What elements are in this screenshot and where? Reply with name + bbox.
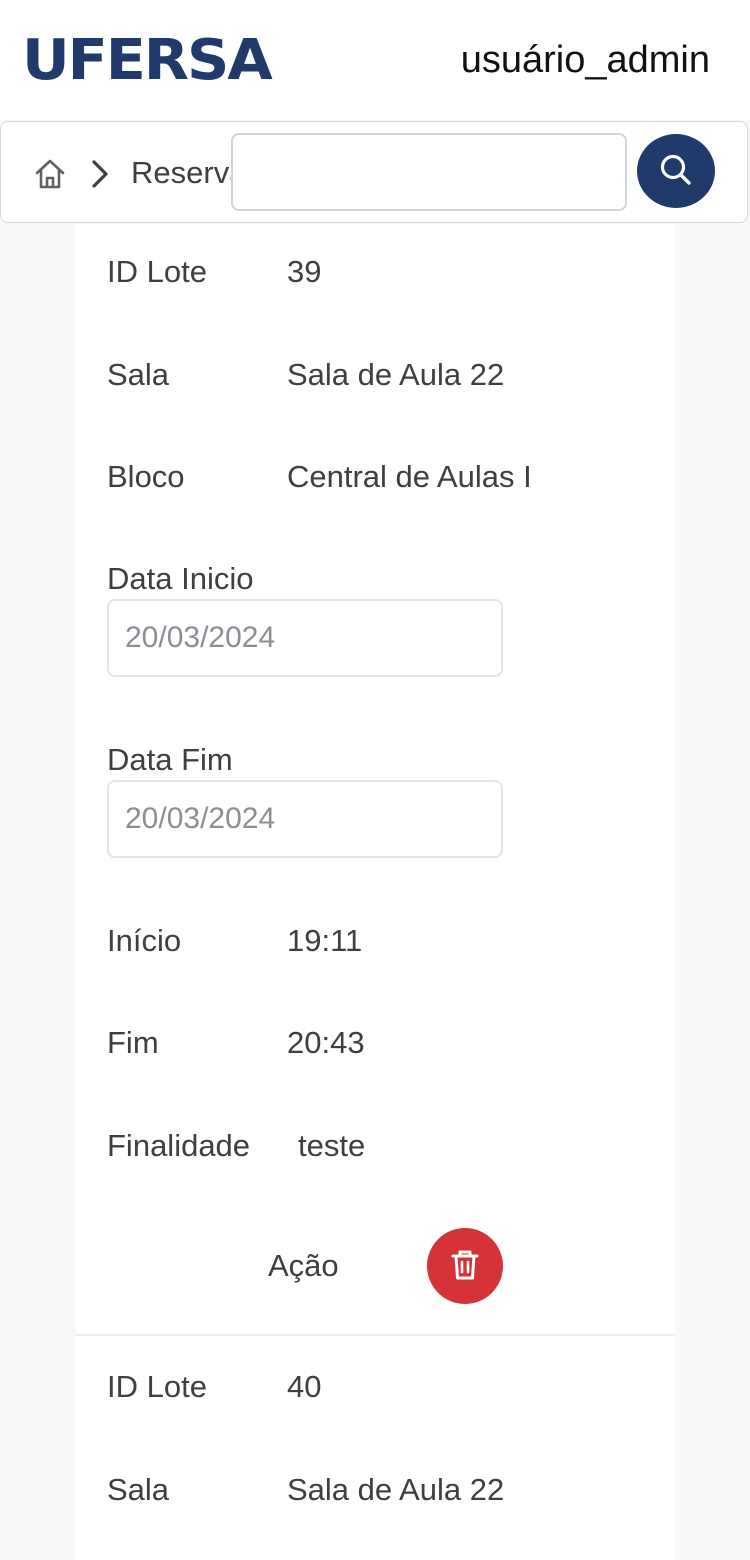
delete-button[interactable]	[427, 1228, 503, 1304]
data-fim-field[interactable]	[107, 780, 503, 858]
breadcrumb: Reservas de	[0, 121, 748, 223]
search-button[interactable]	[637, 134, 715, 208]
data-inicio-label: Data Inicio	[107, 561, 254, 596]
search-icon	[658, 152, 694, 191]
finalidade-label: Finalidade	[107, 1128, 251, 1163]
home-icon[interactable]	[33, 157, 67, 191]
chevron-right-icon	[87, 157, 113, 191]
id-lote-value: 39	[287, 254, 322, 289]
data-inicio-field[interactable]	[107, 599, 503, 677]
bloco-value: Central de Aulas I	[287, 459, 532, 494]
id-lote-label: ID Lote	[107, 254, 207, 289]
search-input[interactable]	[231, 133, 627, 211]
bloco-label: Bloco	[107, 459, 185, 494]
trash-icon	[448, 1247, 482, 1286]
inicio-label: Início	[107, 923, 182, 958]
reservation-list: ID Lote 39 Sala Sala de Aula 22 Bloco Ce…	[75, 224, 675, 1560]
row-divider	[75, 1334, 675, 1336]
sala-label: Sala	[107, 1472, 170, 1507]
id-lote-value: 40	[287, 1369, 322, 1404]
fim-value: 20:43	[287, 1025, 365, 1060]
ufersa-logo[interactable]: UFERSA	[22, 33, 273, 89]
username-label[interactable]: usuário_admin	[461, 38, 710, 82]
app-header: UFERSA usuário_admin	[0, 0, 750, 120]
finalidade-value: teste	[298, 1128, 366, 1163]
sala-value: Sala de Aula 22	[287, 1472, 505, 1507]
acao-label: Ação	[268, 1248, 339, 1283]
inicio-value: 19:11	[287, 923, 363, 958]
sala-value: Sala de Aula 22	[287, 357, 505, 392]
data-fim-label: Data Fim	[107, 742, 233, 777]
sala-label: Sala	[107, 357, 170, 392]
id-lote-label: ID Lote	[107, 1369, 207, 1404]
fim-label: Fim	[107, 1025, 159, 1060]
